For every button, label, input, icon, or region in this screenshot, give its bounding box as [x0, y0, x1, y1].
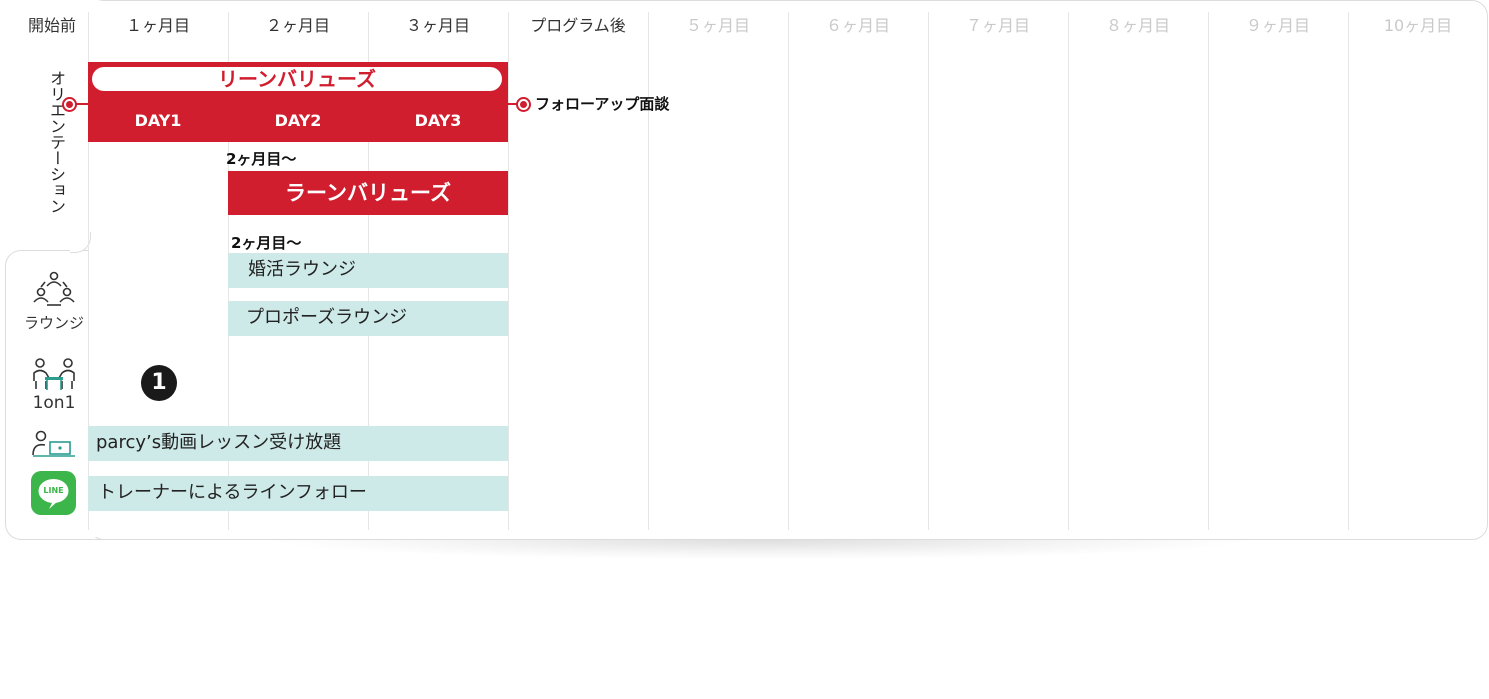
grid-line — [928, 12, 929, 530]
step-number-badge: 1 — [141, 365, 177, 401]
konkatsu-lounge-label: 婚活ラウンジ — [248, 259, 356, 280]
month-header: ２ヶ月目 — [265, 16, 330, 35]
month-header: ７ヶ月目 — [965, 16, 1030, 35]
month-header: ３ヶ月目 — [405, 16, 470, 35]
line-app-icon: LINE — [31, 471, 76, 515]
day-label: DAY3 — [414, 111, 462, 130]
grid-line — [788, 12, 789, 530]
lounge-side-label: ラウンジ — [23, 314, 84, 332]
day-label: DAY1 — [134, 111, 182, 130]
month-header: ８ヶ月目 — [1105, 16, 1170, 35]
person-laptop-icon — [32, 430, 75, 457]
followup-label: フォローアップ面談 — [535, 95, 670, 113]
one-on-one-side-label: 1on1 — [32, 393, 76, 413]
video-lesson-label: parcy’s動画レッスン受け放題 — [96, 432, 342, 453]
grid-line — [1068, 12, 1069, 530]
grid-line — [1348, 12, 1349, 530]
month-header: ６ヶ月目 — [825, 16, 890, 35]
grid-line — [648, 12, 649, 530]
month-header: プログラム後 — [530, 16, 626, 35]
orientation-connector — [75, 103, 89, 105]
pre-start-header: 開始前 — [27, 16, 76, 35]
learn-values-start-note: 2ヶ月目〜 — [226, 150, 297, 168]
followup-dot — [516, 97, 531, 112]
line-follow-label: トレーナーによるラインフォロー — [98, 482, 367, 503]
day-label: DAY2 — [274, 111, 322, 130]
grid-line — [508, 12, 509, 530]
month-header: １ヶ月目 — [125, 16, 190, 35]
line-icon-text: LINE — [43, 486, 64, 495]
propose-lounge-label: プロポーズラウンジ — [246, 307, 408, 328]
orientation-label: オリエンテーション — [47, 70, 66, 214]
month-header: 10ヶ月目 — [1383, 16, 1453, 35]
lean-values-title: リーンバリューズ — [92, 67, 502, 91]
month-header: ９ヶ月目 — [1245, 16, 1310, 35]
recycle-people-icon — [33, 271, 75, 306]
learn-values-title: ラーンバリューズ — [285, 181, 451, 205]
two-people-talking-icon — [33, 358, 75, 390]
lounge-start-note: 2ヶ月目〜 — [231, 234, 302, 252]
month-header: ５ヶ月目 — [685, 16, 750, 35]
grid-line — [1208, 12, 1209, 530]
